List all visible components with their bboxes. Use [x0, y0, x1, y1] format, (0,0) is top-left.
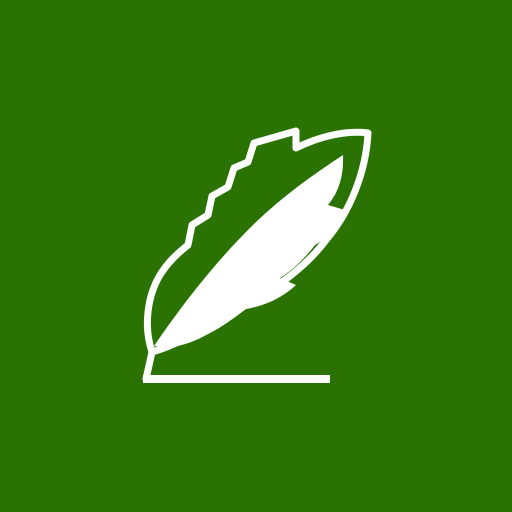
app-icon-tile	[0, 0, 512, 512]
writing-baseline	[143, 375, 330, 383]
feather-quill-icon	[0, 0, 512, 512]
